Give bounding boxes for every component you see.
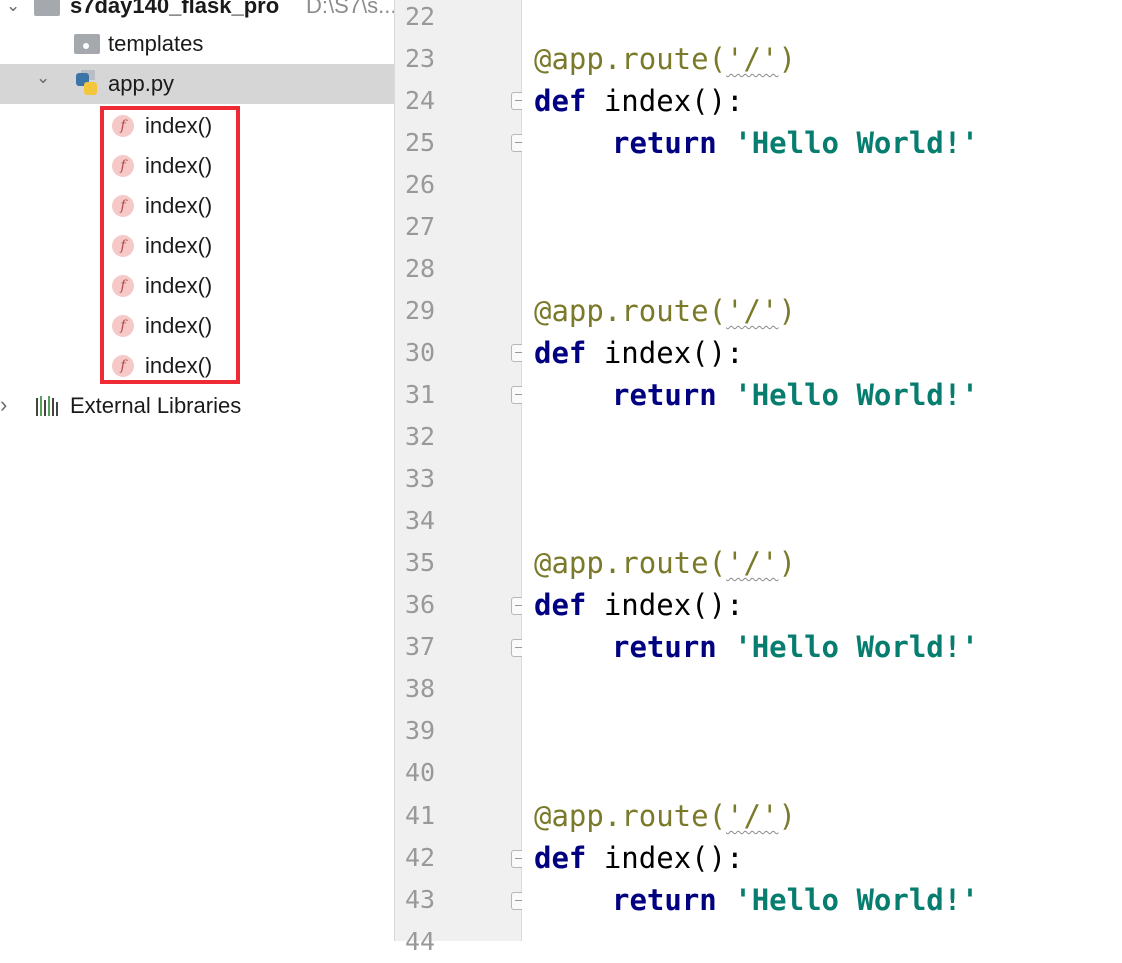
code-line-return[interactable]: return 'Hello World!' <box>612 374 979 416</box>
line-number: 42 <box>405 843 436 872</box>
line-number: 32 <box>405 422 436 451</box>
line-number: 38 <box>405 674 436 703</box>
chevron-right-icon[interactable]: › <box>0 392 7 418</box>
line-number: 44 <box>405 927 436 956</box>
project-root-path: D:\S7\s... <box>306 0 394 18</box>
line-number: 43 <box>405 885 436 914</box>
line-number: 41 <box>405 801 436 830</box>
code-editor[interactable]: 22 23 24 25 26 27 28 29 30 31 32 33 34 3… <box>394 0 1122 956</box>
code-line-decorator[interactable]: @app.route('/') <box>534 290 796 332</box>
python-file-icon <box>76 70 98 95</box>
tree-item-label: templates <box>108 31 204 56</box>
chevron-down-icon[interactable]: ⌄ <box>6 0 20 16</box>
line-number: 40 <box>405 758 436 787</box>
tree-root-row[interactable]: ⌄ s7day140_flask_pro D:\S7\s... <box>0 0 394 26</box>
line-number: 28 <box>405 254 436 283</box>
code-line-return[interactable]: return 'Hello World!' <box>612 879 979 921</box>
line-number: 24 <box>405 86 436 115</box>
line-number: 35 <box>405 548 436 577</box>
project-tree-panel: ⌄ s7day140_flask_pro D:\S7\s... template… <box>0 0 394 941</box>
tree-item-label: External Libraries <box>70 393 242 418</box>
tree-item-app-py[interactable]: ⌄ app.py <box>0 64 394 104</box>
line-number-gutter[interactable]: 22 23 24 25 26 27 28 29 30 31 32 33 34 3… <box>394 0 529 956</box>
line-number: 29 <box>405 296 436 325</box>
line-number: 31 <box>405 380 436 409</box>
tree-item-label: app.py <box>108 71 175 96</box>
line-number: 27 <box>405 212 436 241</box>
red-highlight-box <box>100 106 240 384</box>
tree-item-templates[interactable]: templates <box>0 24 394 64</box>
line-number: 37 <box>405 632 436 661</box>
folder-icon <box>34 0 60 16</box>
line-number: 39 <box>405 716 436 745</box>
line-number: 33 <box>405 464 436 493</box>
library-icon <box>36 396 58 416</box>
folder-icon <box>74 34 100 54</box>
project-root-name: s7day140_flask_pro <box>70 0 280 18</box>
line-number: 23 <box>405 44 436 73</box>
chevron-down-icon[interactable]: ⌄ <box>36 68 50 88</box>
line-number: 26 <box>405 170 436 199</box>
code-line-decorator[interactable]: @app.route('/') <box>534 542 796 584</box>
line-number: 22 <box>405 2 436 31</box>
code-line-decorator[interactable]: @app.route('/') <box>534 38 796 80</box>
line-number: 25 <box>405 128 436 157</box>
code-line-return[interactable]: return 'Hello World!' <box>612 122 979 164</box>
code-line-def[interactable]: def index(): <box>534 584 744 626</box>
line-number: 36 <box>405 590 436 619</box>
code-line-return[interactable]: return 'Hello World!' <box>612 626 979 668</box>
code-line-def[interactable]: def index(): <box>534 332 744 374</box>
line-number: 30 <box>405 338 436 367</box>
code-area[interactable]: @app.route('/') def index(): return 'Hel… <box>522 0 1122 941</box>
code-line-decorator[interactable]: @app.route('/') <box>534 795 796 837</box>
line-number: 34 <box>405 506 436 535</box>
tree-item-external-libraries[interactable]: › External Libraries <box>0 386 394 426</box>
code-line-def[interactable]: def index(): <box>534 80 744 122</box>
code-line-def[interactable]: def index(): <box>534 837 744 879</box>
